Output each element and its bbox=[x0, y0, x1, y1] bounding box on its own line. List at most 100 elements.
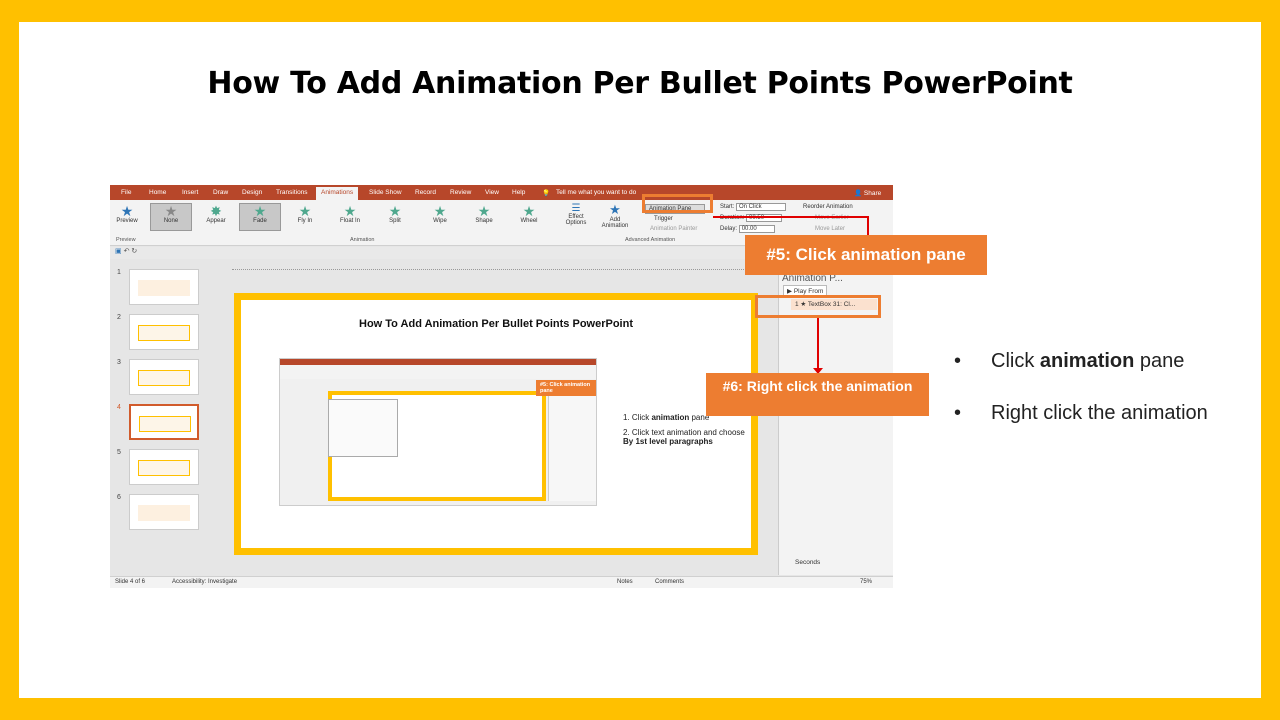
effect-options-label: Effect Options bbox=[565, 214, 587, 226]
slide-thumbnail[interactable] bbox=[129, 359, 199, 395]
tab-transitions[interactable]: Transitions bbox=[276, 189, 308, 196]
animation-fly-in[interactable]: ★ Fly In bbox=[284, 204, 326, 224]
group-label-animation: Animation bbox=[350, 237, 375, 243]
thumb-content bbox=[138, 505, 190, 521]
inner-list-item: 2. Click text animation and choose By 1s… bbox=[623, 428, 753, 446]
comments-button[interactable]: Comments bbox=[655, 579, 684, 585]
star-icon: ★ bbox=[522, 203, 536, 219]
star-icon: ★ bbox=[253, 203, 267, 219]
animation-appear[interactable]: ✸ Appear bbox=[195, 204, 237, 224]
bullet-bold-text: animation bbox=[1039, 350, 1135, 372]
bullet-item: • Click animation pane bbox=[954, 350, 1208, 373]
bullet-dot-icon: • bbox=[954, 402, 962, 424]
animation-wipe[interactable]: ★ Wipe bbox=[419, 204, 461, 224]
animation-wheel[interactable]: ★ Wheel bbox=[508, 204, 550, 224]
tab-file[interactable]: File bbox=[121, 189, 131, 196]
thumb-content bbox=[138, 325, 190, 341]
slide-thumbnails: 1 2 3 4 5 6 bbox=[110, 259, 210, 575]
notes-button[interactable]: Notes bbox=[617, 579, 633, 585]
nested-callout: #5: Click animation pane bbox=[536, 380, 596, 396]
thumb-number: 1 bbox=[117, 269, 121, 276]
tab-animations[interactable]: Animations bbox=[316, 187, 359, 200]
animation-label: Float In bbox=[339, 218, 360, 224]
list-bold-text: animation bbox=[651, 413, 690, 422]
accessibility-status[interactable]: Accessibility: Investigate bbox=[172, 579, 237, 585]
animation-painter-button[interactable]: Animation Painter bbox=[650, 226, 697, 232]
arrow-line-6 bbox=[817, 318, 819, 372]
status-bar: Slide 4 of 6 Accessibility: Investigate … bbox=[110, 576, 893, 588]
slide-thumbnail[interactable] bbox=[129, 269, 199, 305]
effect-options-button[interactable]: ☰ Effect Options bbox=[562, 203, 590, 226]
star-icon: ✸ bbox=[210, 203, 222, 219]
tab-help[interactable]: Help bbox=[512, 189, 525, 196]
animation-none[interactable]: ★ None bbox=[150, 203, 192, 231]
animation-label: None bbox=[163, 218, 179, 224]
slide-thumbnail[interactable] bbox=[129, 449, 199, 485]
bullet-text: Right click the animation bbox=[991, 402, 1208, 424]
tab-draw[interactable]: Draw bbox=[213, 189, 228, 196]
horizontal-ruler bbox=[232, 263, 752, 270]
arrow-line-5 bbox=[713, 216, 868, 218]
tab-review[interactable]: Review bbox=[450, 189, 471, 196]
start-select[interactable]: On Click bbox=[736, 203, 787, 211]
move-later-button[interactable]: Move Later bbox=[815, 226, 845, 232]
tab-view[interactable]: View bbox=[485, 189, 499, 196]
bullet-text: Click bbox=[991, 350, 1040, 372]
nested-animation-pane bbox=[548, 391, 596, 501]
seconds-label[interactable]: Seconds bbox=[795, 559, 820, 566]
tab-slide-show[interactable]: Slide Show bbox=[369, 189, 402, 196]
inner-numbered-list: 1. Click animation pane 2. Click text an… bbox=[623, 413, 753, 452]
tell-me-search[interactable]: Tell me what you want to do bbox=[556, 189, 636, 196]
share-label: Share bbox=[863, 190, 882, 197]
animation-item-highlight bbox=[755, 295, 881, 318]
thumb-content bbox=[138, 370, 190, 386]
tab-design[interactable]: Design bbox=[242, 189, 262, 196]
trigger-button[interactable]: Trigger bbox=[654, 216, 673, 222]
thumb-number: 3 bbox=[117, 359, 121, 366]
bullet-list: • Click animation pane • Right click the… bbox=[954, 350, 1208, 454]
thumb-content bbox=[139, 416, 191, 432]
animation-label: Wipe bbox=[433, 218, 447, 224]
add-star-icon: ★ bbox=[609, 202, 621, 217]
editing-slide[interactable]: How To Add Animation Per Bullet Points P… bbox=[234, 293, 758, 555]
list-text: Click text animation and choose bbox=[631, 428, 745, 437]
zoom-level[interactable]: 75% bbox=[860, 579, 872, 585]
callout-step6: #6: Right click the animation bbox=[706, 373, 929, 416]
animation-fade[interactable]: ★ Fade bbox=[239, 203, 281, 231]
slide-thumbnail[interactable] bbox=[129, 314, 199, 350]
redo-icon[interactable]: ↻ bbox=[131, 248, 137, 255]
star-icon: ★ bbox=[298, 203, 312, 219]
delay-row: Delay: 00.00 bbox=[720, 225, 775, 233]
undo-icon[interactable]: ↶ bbox=[124, 248, 130, 255]
preview-button[interactable]: ★ Preview bbox=[116, 204, 138, 224]
list-icon: ☰ bbox=[571, 203, 581, 214]
group-label-advanced: Advanced Animation bbox=[625, 237, 676, 243]
nested-screenshot: #5: Click animation pane bbox=[279, 358, 597, 506]
lightbulb-icon: 💡 bbox=[542, 190, 551, 197]
list-bold-text: By 1st level paragraphs bbox=[623, 437, 713, 446]
tab-record[interactable]: Record bbox=[415, 189, 436, 196]
star-icon: ★ bbox=[343, 203, 357, 219]
reorder-label: Reorder Animation bbox=[803, 204, 853, 210]
animation-float-in[interactable]: ★ Float In bbox=[329, 204, 371, 224]
add-animation-button[interactable]: ★ Add Animation bbox=[600, 202, 630, 230]
start-row: Start: On Click bbox=[720, 203, 787, 211]
callout-step5: #5: Click animation pane bbox=[745, 235, 987, 275]
animation-shape[interactable]: ★ Shape bbox=[463, 204, 505, 224]
star-icon: ★ bbox=[388, 203, 402, 219]
bullet-dot-icon: • bbox=[954, 350, 962, 372]
nested-dialog bbox=[328, 399, 398, 457]
preview-star-icon: ★ bbox=[120, 203, 134, 219]
tab-insert[interactable]: Insert bbox=[182, 189, 198, 196]
thumb-content bbox=[138, 460, 190, 476]
add-animation-label: Add Animation bbox=[601, 217, 629, 229]
save-icon[interactable]: ▣ bbox=[115, 248, 122, 255]
tab-home[interactable]: Home bbox=[149, 189, 166, 196]
delay-input[interactable]: 00.00 bbox=[738, 225, 775, 233]
slide-thumbnail[interactable] bbox=[129, 494, 199, 530]
share-button[interactable]: 👤 Share bbox=[854, 189, 881, 197]
animation-label: Fade bbox=[253, 218, 267, 224]
slide-thumbnail-current[interactable] bbox=[129, 404, 199, 440]
preview-label: Preview bbox=[116, 218, 138, 224]
animation-split[interactable]: ★ Split bbox=[374, 204, 416, 224]
